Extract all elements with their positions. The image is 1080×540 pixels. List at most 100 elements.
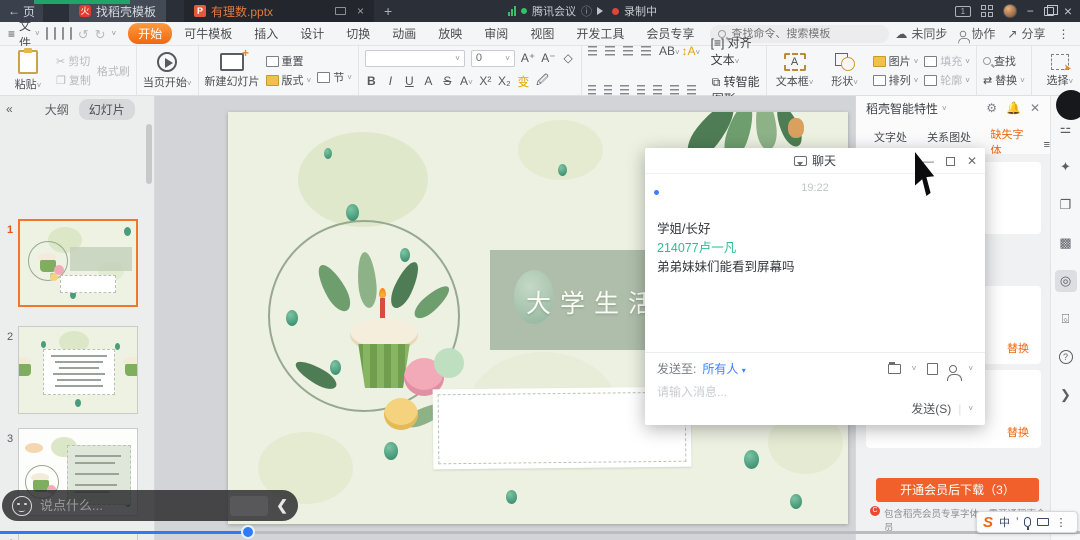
- smart-beautify-icon[interactable]: ✦: [1055, 156, 1077, 178]
- danmaku-input-bar[interactable]: ❮: [2, 490, 298, 521]
- paragraph-spacing-icon[interactable]: [687, 85, 696, 96]
- reference-book-icon[interactable]: ⌺: [1055, 308, 1077, 330]
- increase-indent-icon[interactable]: [641, 46, 651, 57]
- bell-icon[interactable]: 🔔: [1006, 101, 1021, 115]
- ime-lang-toggle[interactable]: 中: [999, 514, 1010, 530]
- share-button[interactable]: ↗分享: [1007, 25, 1045, 42]
- tab-document[interactable]: P 有理数.pptx ×: [184, 0, 374, 22]
- outline-button[interactable]: 轮廓˅: [924, 72, 970, 88]
- distribute-icon[interactable]: [653, 85, 662, 96]
- collapse-panel-icon[interactable]: «: [6, 102, 13, 116]
- file-attach-chevron-icon[interactable]: ˅: [912, 364, 917, 373]
- bullet-list-icon[interactable]: [588, 46, 598, 57]
- restore-button[interactable]: [1044, 7, 1054, 16]
- increase-font-icon[interactable]: A⁺: [521, 51, 535, 65]
- ime-keyboard-icon[interactable]: [1037, 518, 1049, 526]
- more-icon[interactable]: ⋮: [1057, 27, 1069, 41]
- sogou-logo-icon[interactable]: S: [983, 514, 993, 531]
- print-icon[interactable]: [62, 27, 64, 40]
- mention-chevron-icon[interactable]: ˅: [968, 364, 973, 373]
- emoji-icon[interactable]: [12, 496, 32, 516]
- slide-thumbnail-1[interactable]: [18, 219, 138, 307]
- single-window-icon[interactable]: 1: [955, 6, 971, 17]
- progress-handle[interactable]: [241, 525, 255, 539]
- collapse-left-icon[interactable]: ❮: [276, 497, 288, 514]
- picture-button[interactable]: 图片˅: [873, 53, 919, 69]
- download-fonts-button[interactable]: 开通会员后下载（3）: [876, 478, 1039, 502]
- subscript-button[interactable]: X₂: [498, 74, 511, 88]
- tab-insert[interactable]: 插入: [244, 23, 288, 44]
- mention-person-icon[interactable]: [949, 365, 957, 373]
- history-chevron-icon[interactable]: ˅: [112, 29, 117, 38]
- tab-keniu[interactable]: 可牛模板: [174, 23, 242, 44]
- tab-animation[interactable]: 动画: [382, 23, 426, 44]
- align-center-icon[interactable]: [604, 85, 612, 96]
- minimize-button[interactable]: −: [1027, 4, 1034, 18]
- user-avatar[interactable]: [1003, 4, 1017, 18]
- preview-icon[interactable]: [70, 27, 72, 40]
- phonetic-guide-button[interactable]: 变: [517, 73, 530, 90]
- text-direction-icon[interactable]: AB˅: [659, 44, 674, 58]
- layout-button[interactable]: 版式˅: [266, 72, 312, 88]
- italic-button[interactable]: I: [384, 74, 397, 88]
- decrease-indent-icon[interactable]: [623, 46, 633, 57]
- sync-status[interactable]: ☁未同步: [895, 25, 947, 42]
- font-size-select[interactable]: 0˅: [471, 50, 515, 67]
- layers-icon[interactable]: ❐: [1055, 194, 1077, 216]
- replace-button[interactable]: ⇄替换˅: [983, 72, 1025, 88]
- chat-maximize-icon[interactable]: [946, 157, 955, 166]
- present-mode-icon[interactable]: [335, 7, 346, 15]
- chat-titlebar[interactable]: 聊天 — ✕: [645, 148, 985, 174]
- screenshot-icon[interactable]: [927, 363, 938, 375]
- panel-title-chevron-icon[interactable]: ˅: [942, 104, 947, 113]
- send-to-select[interactable]: 所有人 ▾: [702, 360, 745, 377]
- outline-tab[interactable]: 大纲: [45, 101, 69, 118]
- ime-mic-icon[interactable]: [1024, 517, 1031, 527]
- new-slide-button[interactable]: 新建幻灯片: [205, 53, 260, 89]
- line-spacing-icon[interactable]: [670, 85, 679, 96]
- align-right-icon[interactable]: [620, 85, 629, 96]
- send-button[interactable]: 发送(S): [911, 400, 951, 417]
- fill-button[interactable]: 填充˅: [924, 53, 970, 69]
- close-tab-icon[interactable]: ×: [357, 4, 364, 18]
- ime-more-icon[interactable]: ⋮: [1055, 516, 1066, 529]
- play-current-button[interactable]: 当页开始˅: [143, 52, 192, 90]
- image-tools-icon[interactable]: ▩: [1055, 232, 1077, 254]
- paste-button[interactable]: 粘贴˅: [6, 50, 50, 92]
- align-left-icon[interactable]: [588, 85, 597, 96]
- help-icon[interactable]: ?: [1055, 346, 1077, 368]
- bold-button[interactable]: B: [365, 74, 378, 88]
- numbered-list-icon[interactable]: [605, 46, 615, 57]
- font-color-button[interactable]: A˅: [460, 74, 473, 88]
- video-progress-bar[interactable]: [0, 529, 1080, 535]
- find-button[interactable]: 查找: [983, 53, 1025, 69]
- chat-close-icon[interactable]: ✕: [967, 154, 977, 168]
- new-tab-button[interactable]: +: [384, 3, 392, 19]
- floating-meeting-bubble[interactable]: [1056, 90, 1080, 120]
- slide-thumbnail-2[interactable]: [18, 326, 138, 414]
- tab-transition[interactable]: 切换: [336, 23, 380, 44]
- expand-chevron-icon[interactable]: ❯: [1055, 384, 1077, 406]
- slides-scrollbar[interactable]: [146, 124, 152, 184]
- arrange-button[interactable]: 排列˅: [873, 72, 919, 88]
- cut-button[interactable]: ✂剪切: [56, 53, 91, 69]
- collaborate-button[interactable]: 协作: [959, 25, 995, 42]
- properties-sliders-icon[interactable]: ⚍: [1055, 118, 1077, 140]
- close-button[interactable]: ×: [1064, 3, 1072, 19]
- ime-punct-icon[interactable]: ’: [1016, 516, 1018, 528]
- gear-icon[interactable]: ⚙: [986, 101, 997, 115]
- export-icon[interactable]: [54, 27, 56, 40]
- select-button[interactable]: 选择˅: [1038, 54, 1080, 88]
- reset-button[interactable]: 重置: [266, 53, 312, 69]
- send-options-chevron-icon[interactable]: ˅: [968, 404, 973, 413]
- font-family-select[interactable]: ˅: [365, 50, 465, 67]
- replace-font-link[interactable]: 替换: [1007, 340, 1029, 356]
- superscript-button[interactable]: X²: [479, 74, 492, 88]
- sort-text-icon[interactable]: ↕A˅: [681, 44, 694, 58]
- underline-button[interactable]: U: [403, 74, 416, 88]
- tab-slideshow[interactable]: 放映: [428, 23, 472, 44]
- slides-tab[interactable]: 幻灯片: [79, 99, 135, 120]
- textbox-button[interactable]: A 文本框˅: [773, 53, 817, 89]
- decrease-font-icon[interactable]: A⁻: [541, 51, 555, 65]
- tab-review[interactable]: 审阅: [474, 23, 518, 44]
